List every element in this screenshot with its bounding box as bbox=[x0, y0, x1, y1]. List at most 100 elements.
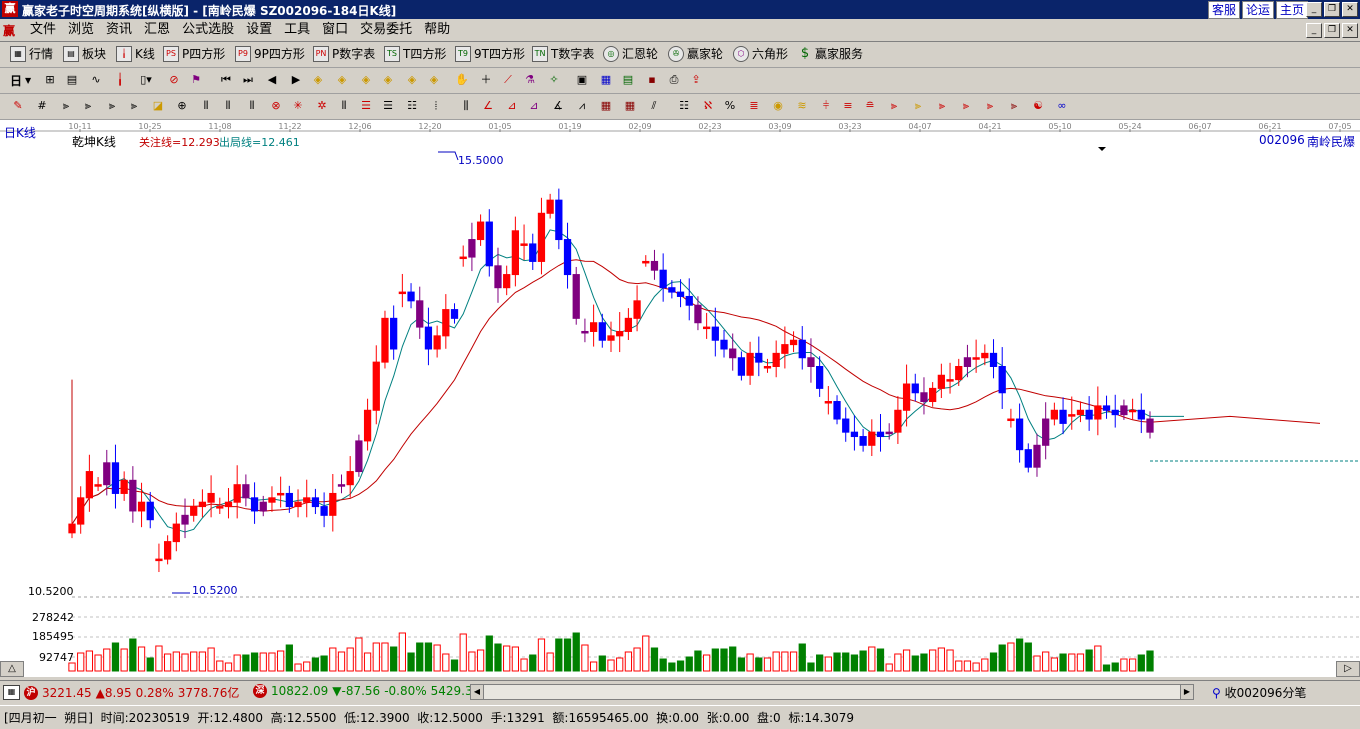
percent-chart-icon[interactable]: ℵ bbox=[700, 98, 716, 114]
scroll-left-arrow[interactable]: ◀ bbox=[471, 685, 484, 699]
9t-square-button[interactable]: T9 9T四方形 bbox=[455, 45, 525, 62]
quotes-button[interactable]: ▦ 行情 bbox=[10, 45, 53, 62]
bars-icon[interactable]: ⦀ bbox=[198, 98, 214, 114]
circle-cross-icon[interactable]: ⊗ bbox=[268, 98, 284, 114]
menu-formula[interactable]: 公式选股 bbox=[176, 22, 240, 38]
menu-logo-icon[interactable]: 赢 bbox=[3, 22, 19, 38]
mdi-restore-button[interactable]: ❐ bbox=[1324, 23, 1340, 38]
angle-3-icon[interactable]: ⊿ bbox=[526, 98, 542, 114]
export-icon[interactable]: ⇪ bbox=[688, 72, 704, 88]
close-button[interactable]: ✕ bbox=[1342, 2, 1358, 17]
last-icon[interactable]: ⏭ bbox=[240, 72, 256, 88]
pen-icon[interactable]: ✎ bbox=[10, 98, 26, 114]
next-icon[interactable]: ▶ bbox=[288, 72, 304, 88]
fan-3-icon[interactable]: ⫸ bbox=[104, 98, 120, 114]
menu-trade[interactable]: 交易委托 bbox=[354, 22, 418, 38]
mdi-close-button[interactable]: ✕ bbox=[1342, 23, 1358, 38]
grid-3-icon[interactable]: ▦ bbox=[622, 98, 638, 114]
candle-icon[interactable]: ╽ bbox=[112, 72, 128, 88]
sheet-icon[interactable]: ▤ bbox=[620, 72, 636, 88]
fan-9-icon[interactable]: ⫸ bbox=[982, 98, 998, 114]
gold-stack-icon[interactable]: ≘ bbox=[862, 98, 878, 114]
grid-2-icon[interactable]: ▦ bbox=[598, 98, 614, 114]
lines-icon[interactable]: ⫴ bbox=[336, 98, 352, 114]
menu-tools[interactable]: 工具 bbox=[278, 22, 316, 38]
chart-area[interactable]: 10-11 10-25 11-08 11-22 12-06 12-20 01-05 01-19… bbox=[0, 120, 1360, 677]
no-indicator-icon[interactable]: ⊘ bbox=[166, 72, 182, 88]
ladder-icon[interactable]: ☰ bbox=[358, 98, 374, 114]
fan-2-icon[interactable]: ⫸ bbox=[80, 98, 96, 114]
huien-wheel-button[interactable]: ◎ 汇恩轮 bbox=[603, 45, 658, 62]
first-icon[interactable]: ⏮ bbox=[218, 72, 234, 88]
fan-8-icon[interactable]: ⫸ bbox=[958, 98, 974, 114]
fan-1-icon[interactable]: ⫸ bbox=[58, 98, 74, 114]
9p-square-button[interactable]: P9 9P四方形 bbox=[235, 45, 305, 62]
star-icon[interactable]: ✳ bbox=[290, 98, 306, 114]
gold-lines-icon[interactable]: ≋ bbox=[794, 98, 810, 114]
gold-circle-icon[interactable]: ◉ bbox=[770, 98, 786, 114]
document-icon[interactable]: ▤ bbox=[64, 72, 80, 88]
fan-7-icon[interactable]: ⫸ bbox=[934, 98, 950, 114]
diamond-5-icon[interactable]: ◈ bbox=[404, 72, 420, 88]
circle-grid-icon[interactable]: ⊕ bbox=[174, 98, 190, 114]
fan-4-icon[interactable]: ⫸ bbox=[126, 98, 142, 114]
homepage-link[interactable]: 主页 bbox=[1275, 1, 1308, 19]
bar-select-icon[interactable]: ▯▾ bbox=[138, 72, 154, 88]
menu-browse[interactable]: 浏览 bbox=[62, 22, 100, 38]
grid-lines-icon[interactable]: # bbox=[34, 98, 50, 114]
bars-2-icon[interactable]: ⦀ bbox=[220, 98, 236, 114]
winner-wheel-button[interactable]: ✇ 赢家轮 bbox=[668, 45, 723, 62]
prev-icon[interactable]: ◀ bbox=[264, 72, 280, 88]
bars-3-icon[interactable]: ⦀ bbox=[244, 98, 260, 114]
p-square-button[interactable]: PS P四方形 bbox=[163, 45, 225, 62]
scroll-right-arrow[interactable]: ▶ bbox=[1180, 685, 1193, 699]
diamond-2-icon[interactable]: ◈ bbox=[334, 72, 350, 88]
gold-split-icon[interactable]: ⫩ bbox=[818, 98, 834, 114]
list-icon[interactable]: ☷ bbox=[676, 98, 692, 114]
fan-6-icon[interactable]: ⫸ bbox=[910, 98, 926, 114]
ratio-icon[interactable]: ≣ bbox=[746, 98, 762, 114]
menu-file[interactable]: 文件 bbox=[24, 22, 62, 38]
diamond-4-icon[interactable]: ◈ bbox=[380, 72, 396, 88]
kline-button[interactable]: ╽ K线 bbox=[116, 45, 155, 62]
calendar-icon[interactable]: ▣ bbox=[574, 72, 590, 88]
scroll-right-button[interactable]: ▷ bbox=[1336, 661, 1360, 677]
p-number-button[interactable]: PN P数字表 bbox=[313, 45, 375, 62]
print-icon[interactable]: ⎙ bbox=[666, 72, 682, 88]
trend-icon[interactable]: ⟋ bbox=[500, 72, 516, 88]
hexagon-button[interactable]: ⬡ 六角形 bbox=[733, 45, 788, 62]
fan-10-icon[interactable]: ⫸ bbox=[1006, 98, 1022, 114]
zigzag-icon[interactable]: ⩘ bbox=[574, 98, 590, 114]
line-chart-icon[interactable]: ∿ bbox=[88, 72, 104, 88]
gold-bars-icon[interactable]: ≡ bbox=[840, 98, 856, 114]
sectors-button[interactable]: ▤ 板块 bbox=[63, 45, 106, 62]
fill-icon[interactable]: ◪ bbox=[150, 98, 166, 114]
scroll-up-button[interactable]: △ bbox=[0, 661, 24, 677]
save-icon[interactable]: ▪ bbox=[644, 72, 660, 88]
bracket-icon[interactable]: ⦙ bbox=[428, 98, 444, 114]
horizontal-scrollbar[interactable]: ◀ ▶ bbox=[470, 684, 1194, 700]
chart-tool-icon[interactable]: ✧ bbox=[546, 72, 562, 88]
table-icon[interactable]: ▦ bbox=[598, 72, 614, 88]
percent-icon[interactable]: % bbox=[722, 98, 738, 114]
ladder-2-icon[interactable]: ☰ bbox=[380, 98, 396, 114]
diamond-3-icon[interactable]: ◈ bbox=[358, 72, 374, 88]
menu-huien[interactable]: 汇恩 bbox=[138, 22, 176, 38]
pattern-icon[interactable]: ⚗ bbox=[522, 72, 538, 88]
period-select[interactable]: 日 ▼ bbox=[10, 72, 31, 89]
slash-icon[interactable]: ⫽ bbox=[646, 98, 662, 114]
menu-info[interactable]: 资讯 bbox=[100, 22, 138, 38]
table-view-icon[interactable]: ▦ bbox=[3, 685, 20, 700]
shanghai-index[interactable]: 沪 3221.45 ▲8.95 0.28% 3778.76亿 bbox=[24, 684, 239, 701]
restore-button[interactable]: ❐ bbox=[1324, 2, 1340, 17]
shenzhen-index[interactable]: 深 10822.09 ▼-87.56 -0.80% 5429.3 bbox=[253, 684, 473, 698]
fan-5-icon[interactable]: ⫸ bbox=[886, 98, 902, 114]
diamond-6-icon[interactable]: ◈ bbox=[426, 72, 442, 88]
flag-icon[interactable]: ⚑ bbox=[188, 72, 204, 88]
angle-2-icon[interactable]: ⊿ bbox=[504, 98, 520, 114]
diamond-1-icon[interactable]: ◈ bbox=[310, 72, 326, 88]
angle-1-icon[interactable]: ∠ bbox=[480, 98, 496, 114]
magnifier-icon[interactable]: ⊞ bbox=[42, 72, 58, 88]
asterisk-icon[interactable]: ✲ bbox=[314, 98, 330, 114]
t-square-button[interactable]: TS T四方形 bbox=[384, 45, 446, 62]
